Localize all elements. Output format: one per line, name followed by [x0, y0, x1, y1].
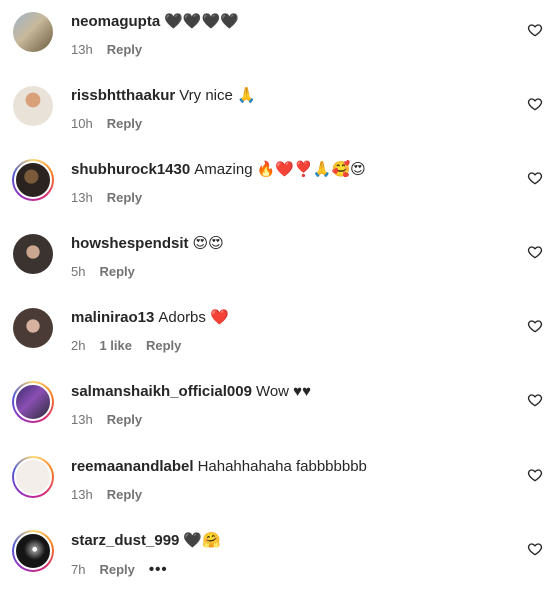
comments-list: neomagupta 🖤🖤🖤🖤 13h Reply rissbhtthaakur Vr…	[0, 0, 555, 590]
comment-meta: 10h Reply	[71, 116, 156, 131]
comment-item: howshespendsit 😍😍 5h Reply	[0, 234, 555, 308]
comment-text: Amazing 🔥❤️❣️🙏🥰😍	[194, 161, 366, 178]
comment-username[interactable]: howshespendsit	[71, 235, 189, 252]
comment-username[interactable]: starz_dust_999	[71, 532, 179, 549]
comment-time: 5h	[71, 264, 86, 279]
comment-time: 13h	[71, 42, 93, 57]
comment-meta: 13h Reply	[71, 190, 156, 205]
comment-item: starz_dust_999 🖤🤗 7h Reply •••	[0, 530, 555, 605]
more-options-icon[interactable]: •••	[149, 561, 168, 578]
comment-time: 10h	[71, 116, 93, 131]
comment-text: Wow ♥♥	[255, 383, 311, 400]
comment-username[interactable]: rissbhtthaakur	[71, 87, 175, 104]
heart-outline-icon[interactable]	[527, 392, 543, 408]
comment-meta: 2h 1 like Reply	[71, 338, 195, 353]
avatar[interactable]	[13, 234, 53, 274]
comment-line: starz_dust_999 🖤🤗	[71, 531, 221, 551]
comment-line: salmanshaikh_official009 Wow ♥♥	[71, 382, 311, 402]
heart-outline-icon[interactable]	[527, 467, 543, 483]
comment-meta: 13h Reply	[71, 42, 156, 57]
reply-button[interactable]: Reply	[107, 116, 142, 131]
comment-line: neomagupta 🖤🖤🖤🖤	[71, 12, 239, 32]
comment-item: rissbhtthaakur Vry nice 🙏 10h Reply	[0, 86, 555, 160]
comment-text: Vry nice 🙏	[179, 87, 256, 104]
comment-meta: 5h Reply	[71, 264, 149, 279]
reply-button[interactable]: Reply	[107, 42, 142, 57]
avatar[interactable]	[12, 159, 54, 201]
avatar[interactable]	[12, 456, 54, 498]
comment-meta: 13h Reply	[71, 487, 156, 502]
comment-item: malinirao13 Adorbs ❤️ 2h 1 like Reply	[0, 308, 555, 382]
avatar[interactable]	[12, 530, 54, 572]
comment-text: 🖤🤗	[183, 532, 221, 549]
comment-item: shubhurock1430 Amazing 🔥❤️❣️🙏🥰😍 13h Reply	[0, 159, 555, 234]
avatar[interactable]	[13, 12, 53, 52]
comment-meta: 7h Reply •••	[71, 561, 182, 578]
comment-line: rissbhtthaakur Vry nice 🙏	[71, 86, 256, 106]
comment-item: reemaanandlabel Hahahhahaha fabbbbbbb 13h…	[0, 456, 555, 531]
heart-outline-icon[interactable]	[527, 244, 543, 260]
comment-meta: 13h Reply	[71, 412, 156, 427]
comment-username[interactable]: salmanshaikh_official009	[71, 383, 252, 400]
heart-outline-icon[interactable]	[527, 318, 543, 334]
avatar[interactable]	[13, 308, 53, 348]
comment-line: shubhurock1430 Amazing 🔥❤️❣️🙏🥰😍	[71, 160, 366, 180]
comment-item: salmanshaikh_official009 Wow ♥♥ 13h Reply	[0, 381, 555, 456]
comment-line: howshespendsit 😍😍	[71, 234, 224, 254]
heart-outline-icon[interactable]	[527, 541, 543, 557]
reply-button[interactable]: Reply	[99, 264, 134, 279]
reply-button[interactable]: Reply	[99, 562, 134, 577]
reply-button[interactable]: Reply	[107, 190, 142, 205]
comment-item: neomagupta 🖤🖤🖤🖤 13h Reply	[0, 12, 555, 86]
reply-button[interactable]: Reply	[107, 412, 142, 427]
comment-time: 13h	[71, 487, 93, 502]
comment-username[interactable]: malinirao13	[71, 309, 154, 326]
comment-username[interactable]: reemaanandlabel	[71, 458, 194, 475]
comment-time: 7h	[71, 562, 86, 577]
comment-text: 😍😍	[192, 235, 224, 252]
reply-button[interactable]: Reply	[107, 487, 142, 502]
avatar[interactable]	[12, 381, 54, 423]
comment-time: 13h	[71, 190, 93, 205]
comment-line: reemaanandlabel Hahahhahaha fabbbbbbb	[71, 457, 367, 477]
comment-text: 🖤🖤🖤🖤	[164, 13, 239, 30]
heart-outline-icon[interactable]	[527, 96, 543, 112]
like-count[interactable]: 1 like	[99, 338, 132, 353]
comment-username[interactable]: neomagupta	[71, 13, 160, 30]
comment-text: Adorbs ❤️	[158, 309, 229, 326]
reply-button[interactable]: Reply	[146, 338, 181, 353]
heart-outline-icon[interactable]	[527, 22, 543, 38]
heart-outline-icon[interactable]	[527, 170, 543, 186]
avatar[interactable]	[13, 86, 53, 126]
comment-time: 2h	[71, 338, 86, 353]
comment-text: Hahahhahaha fabbbbbbb	[197, 458, 367, 475]
comment-username[interactable]: shubhurock1430	[71, 161, 190, 178]
comment-time: 13h	[71, 412, 93, 427]
comment-line: malinirao13 Adorbs ❤️	[71, 308, 229, 328]
